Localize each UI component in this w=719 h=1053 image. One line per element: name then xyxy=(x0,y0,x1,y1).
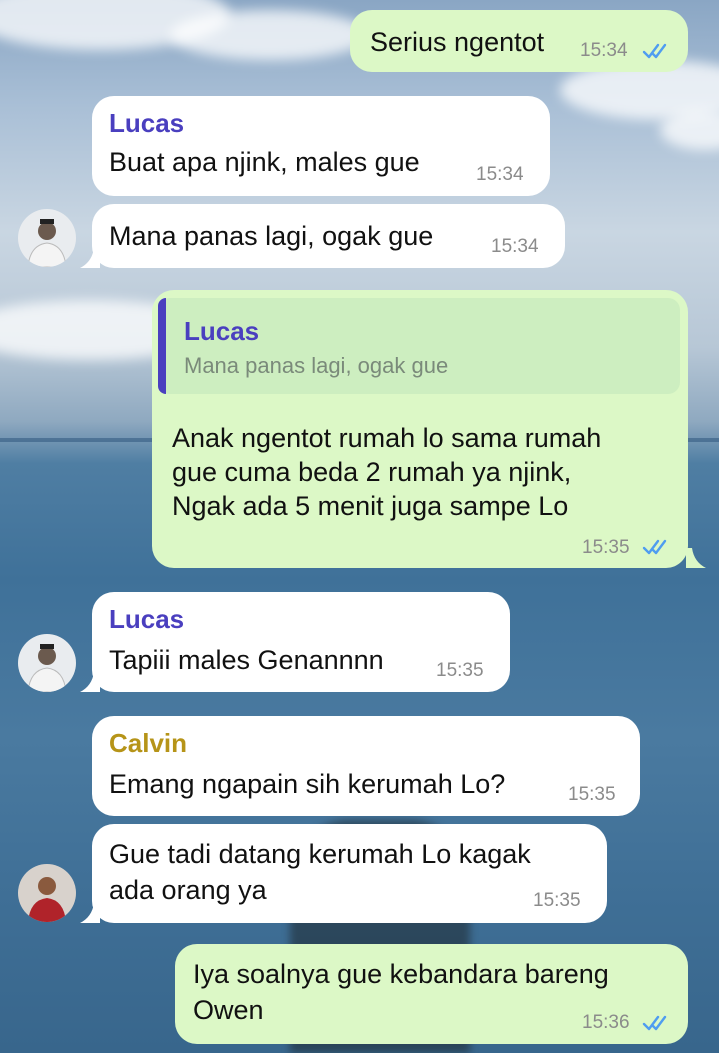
incoming-message-bubble[interactable]: Lucas Tapiii males Genannnn 15:35 xyxy=(92,592,510,692)
double-check-read-icon xyxy=(642,1015,667,1031)
message-text: Mana panas lagi, ogak gue xyxy=(109,221,434,251)
message-time: 15:34 xyxy=(491,236,539,257)
incoming-message-bubble[interactable]: Gue tadi datang kerumah Lo kagak ada ora… xyxy=(92,824,607,923)
bubble-tail xyxy=(686,548,706,568)
message-text-line: Ngak ada 5 menit juga sampe Lo xyxy=(172,491,569,521)
outgoing-message-bubble[interactable]: Serius ngentot 15:34 xyxy=(350,10,688,72)
message-time: 15:35 xyxy=(582,537,630,558)
message-text: Emang ngapain sih kerumah Lo? xyxy=(109,769,506,799)
double-check-read-icon xyxy=(642,43,667,59)
message-time: 15:35 xyxy=(533,890,581,911)
incoming-message-bubble[interactable]: Lucas Buat apa njink, males gue 15:34 xyxy=(92,96,550,196)
incoming-message-bubble[interactable]: Mana panas lagi, ogak gue 15:34 xyxy=(92,204,565,268)
message-text-line: Owen xyxy=(193,995,264,1025)
quoted-sender-name: Lucas xyxy=(184,316,260,346)
message-time: 15:35 xyxy=(436,660,484,681)
quote-bar xyxy=(158,298,166,394)
message-text-line: Iya soalnya gue kebandara bareng xyxy=(193,959,609,989)
message-text: Serius ngentot xyxy=(370,27,545,57)
sender-name: Lucas xyxy=(109,604,185,634)
message-text-line: gue cuma beda 2 rumah ya njink, xyxy=(172,457,572,487)
sender-name: Lucas xyxy=(109,108,185,138)
message-time: 15:35 xyxy=(568,784,616,805)
message-text: Tapiii males Genannnn xyxy=(109,645,384,675)
sender-name: Calvin xyxy=(109,728,188,758)
quoted-message[interactable]: Lucas Mana panas lagi, ogak gue xyxy=(158,298,680,394)
incoming-message-bubble[interactable]: Calvin Emang ngapain sih kerumah Lo? 15:… xyxy=(92,716,640,816)
avatar-calvin[interactable] xyxy=(18,864,76,922)
message-text-line: ada orang ya xyxy=(109,875,267,905)
avatar-lucas[interactable] xyxy=(18,209,76,267)
double-check-read-icon xyxy=(642,539,667,555)
message-time: 15:36 xyxy=(582,1012,630,1033)
outgoing-message-bubble[interactable]: Iya soalnya gue kebandara bareng Owen 15… xyxy=(175,944,688,1044)
message-time: 15:34 xyxy=(476,164,524,185)
message-text-line: Gue tadi datang kerumah Lo kagak xyxy=(109,839,531,869)
message-text-line: Anak ngentot rumah lo sama rumah xyxy=(172,423,602,453)
avatar-lucas[interactable] xyxy=(18,634,76,692)
quoted-text: Mana panas lagi, ogak gue xyxy=(184,353,449,378)
message-text: Buat apa njink, males gue xyxy=(109,147,420,177)
message-time: 15:34 xyxy=(580,40,628,61)
